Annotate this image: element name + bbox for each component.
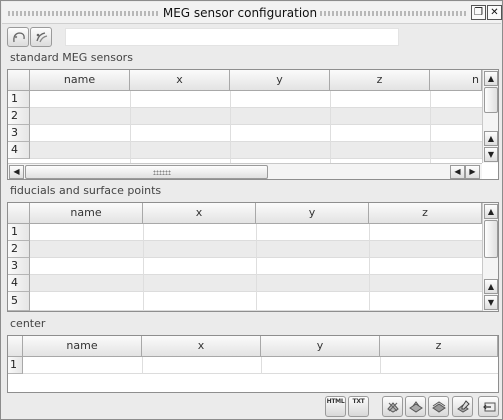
sensors-horizontal-scrollbar[interactable]: ◀ ◀ ▶ — [8, 163, 482, 179]
meg-sensor-config-window: MEG sensor configuration ❐ ✕ standard ME… — [0, 0, 503, 420]
column-divider — [142, 357, 143, 374]
sensors-table: name x y z n 1 2 3 4 ▲ ▲ ▼ ◀ ◀ ▶ — [7, 69, 499, 180]
sensors-col-x[interactable]: x — [130, 70, 230, 91]
clear-table-button[interactable] — [382, 396, 403, 417]
layers-icon — [409, 401, 423, 413]
row-header[interactable]: 3 — [8, 258, 30, 275]
sensors-vertical-scrollbar[interactable]: ▲ ▲ ▼ — [482, 70, 498, 163]
title-grip-left — [8, 11, 158, 16]
table-row[interactable] — [30, 91, 482, 108]
scroll-right-button[interactable]: ▶ — [465, 165, 480, 179]
center-col-name[interactable]: name — [23, 336, 142, 357]
window-title: MEG sensor configuration — [162, 6, 318, 20]
scroll-left-button[interactable]: ◀ — [450, 165, 465, 179]
sensors-section-label: standard MEG sensors — [10, 51, 133, 64]
column-divider — [143, 224, 144, 311]
load-sensors-button[interactable] — [405, 396, 426, 417]
column-divider — [130, 91, 131, 163]
column-divider — [330, 91, 331, 163]
head-icon — [13, 32, 25, 43]
fiducials-col-y[interactable]: y — [256, 203, 369, 224]
toolbar-text-field[interactable] — [65, 28, 399, 46]
scroll-down-button[interactable]: ▼ — [484, 147, 498, 162]
scroll-up-button[interactable]: ▲ — [484, 71, 498, 86]
fiducials-vertical-scrollbar[interactable]: ▲ ▲ ▼ — [482, 203, 498, 311]
title-grip-right — [320, 11, 468, 16]
center-col-z[interactable]: z — [380, 336, 498, 357]
scroll-down-button[interactable]: ▼ — [484, 295, 498, 310]
export-txt-button[interactable]: TXT — [348, 396, 369, 417]
column-divider — [369, 224, 370, 311]
sensors-col-name[interactable]: name — [30, 70, 130, 91]
head-view-button[interactable] — [7, 27, 29, 47]
table-row[interactable] — [30, 108, 482, 125]
save-sensors-button[interactable] — [428, 396, 449, 417]
restore-window-button[interactable]: ❐ — [471, 5, 486, 20]
sensors-col-n[interactable]: n — [430, 70, 482, 91]
fiducials-col-z[interactable]: z — [369, 203, 482, 224]
sensors-col-y[interactable]: y — [230, 70, 330, 91]
clear-icon — [387, 402, 399, 413]
title-bar[interactable]: MEG sensor configuration ❐ ✕ — [2, 2, 502, 24]
column-divider — [256, 224, 257, 311]
scroll-thumb[interactable] — [484, 220, 498, 258]
center-section-label: center — [10, 317, 46, 330]
fiducials-section-label: fiducials and surface points — [10, 184, 162, 197]
column-divider — [430, 91, 431, 163]
close-window-button[interactable]: ✕ — [487, 5, 502, 20]
fiducials-table-corner — [8, 203, 30, 224]
pencil-icon — [457, 400, 470, 413]
column-divider — [261, 357, 262, 374]
center-col-y[interactable]: y — [261, 336, 380, 357]
html-button-label: HTML — [326, 398, 345, 405]
horizontal-scroll-thumb[interactable] — [25, 165, 268, 179]
row-header[interactable]: 2 — [8, 108, 30, 125]
center-col-x[interactable]: x — [142, 336, 261, 357]
scroll-left-button[interactable]: ◀ — [9, 165, 24, 179]
sensor-view-button[interactable] — [30, 27, 52, 47]
column-divider — [380, 357, 381, 374]
sensor-icon — [36, 32, 48, 43]
stack-icon — [432, 401, 446, 413]
fiducials-col-x[interactable]: x — [143, 203, 256, 224]
scroll-up-button[interactable]: ▲ — [484, 279, 498, 294]
row-header[interactable]: 4 — [8, 142, 30, 159]
table-row[interactable] — [30, 125, 482, 142]
scroll-up-button[interactable]: ▲ — [484, 204, 498, 219]
row-header[interactable]: 1 — [8, 224, 30, 241]
center-table: name x y z 1 — [7, 335, 499, 393]
scroll-up-button[interactable]: ▲ — [484, 131, 498, 146]
edit-sensors-button[interactable] — [452, 396, 473, 417]
table-row[interactable] — [30, 142, 482, 159]
grip-dots — [153, 170, 171, 175]
row-header[interactable]: 1 — [8, 91, 30, 108]
fiducials-table: name x y z 1 2 3 4 5 ▲ ▲ ▼ — [7, 202, 499, 312]
column-divider — [230, 91, 231, 163]
export-html-button[interactable]: HTML — [325, 396, 346, 417]
txt-button-label: TXT — [352, 398, 365, 405]
row-header[interactable]: 1 — [8, 357, 23, 374]
row-header[interactable]: 3 — [8, 125, 30, 142]
return-icon — [483, 402, 496, 412]
apply-return-button[interactable] — [478, 396, 499, 417]
center-table-corner — [8, 336, 23, 357]
sensors-table-corner — [8, 70, 30, 91]
row-header[interactable]: 4 — [8, 275, 30, 292]
fiducials-col-name[interactable]: name — [30, 203, 143, 224]
scroll-thumb[interactable] — [484, 87, 498, 113]
row-header[interactable]: 2 — [8, 241, 30, 258]
sensors-col-z[interactable]: z — [330, 70, 430, 91]
row-header[interactable]: 5 — [8, 292, 30, 311]
